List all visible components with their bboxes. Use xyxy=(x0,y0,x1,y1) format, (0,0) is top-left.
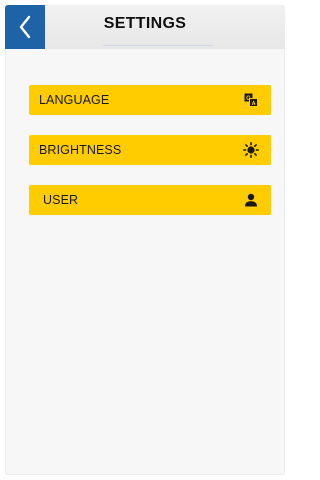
back-button[interactable] xyxy=(5,5,45,49)
menu-item-brightness[interactable]: BRIGHTNESS xyxy=(29,135,271,165)
user-icon xyxy=(243,192,259,208)
page-title: SETTINGS xyxy=(103,15,187,32)
menu-item-language[interactable]: LANGUAGE G A xyxy=(29,85,271,115)
menu-item-user[interactable]: USER xyxy=(29,185,271,215)
sun-icon xyxy=(243,142,259,158)
menu-item-label: USER xyxy=(43,193,79,207)
menu-item-label: LANGUAGE xyxy=(39,93,110,107)
menu-item-label: BRIGHTNESS xyxy=(39,143,122,157)
settings-menu: LANGUAGE G A BRIGHTNESS USER xyxy=(29,85,271,235)
chevron-left-icon xyxy=(18,15,32,39)
translate-icon: G A xyxy=(243,92,259,108)
title-divider xyxy=(103,45,213,46)
settings-screen: SETTINGS LANGUAGE G A BRIGHTNESS USER xyxy=(5,5,285,475)
header-bar: SETTINGS xyxy=(5,5,285,49)
svg-text:G: G xyxy=(246,96,251,102)
svg-text:A: A xyxy=(252,101,256,107)
